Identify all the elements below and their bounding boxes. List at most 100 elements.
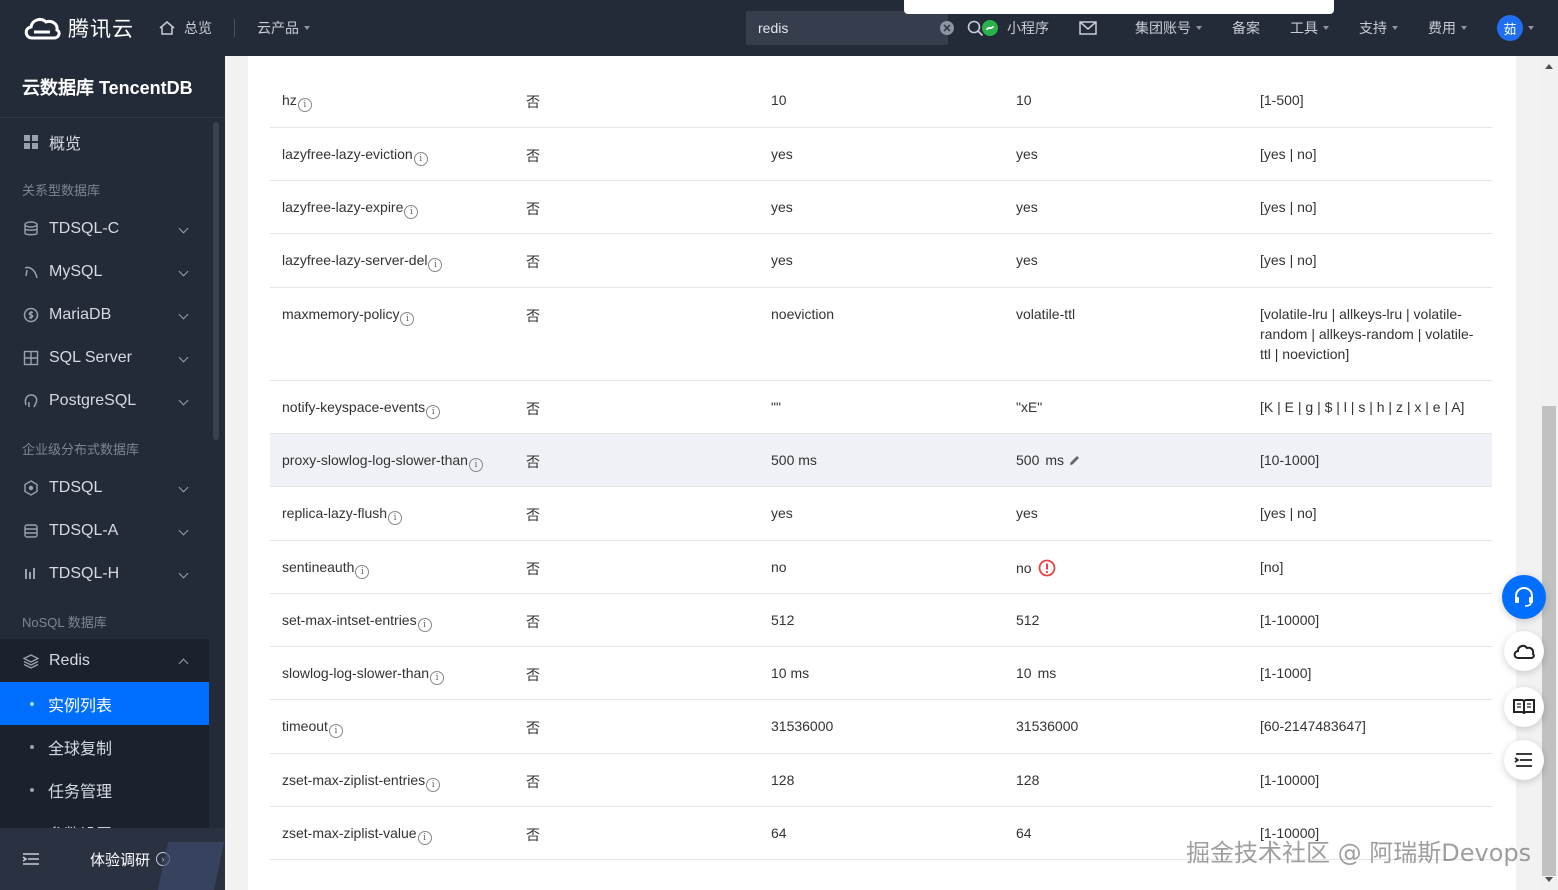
sidebar-item-postgresql[interactable]: PostgreSQL [0,379,209,422]
current-value-cell: 512 [1004,593,1248,648]
info-icon[interactable]: i [468,457,483,472]
sidebar-item-overview[interactable]: 概览 [0,120,209,163]
sidebar-item-label: 全球复制 [48,740,113,758]
table-row: sentineauth i 否 no no [no] [270,540,1492,594]
mini-program-icon [982,20,998,36]
documentation-button[interactable] [1504,687,1544,727]
sidebar-item-instance-list[interactable]: 实例列表 [0,682,209,725]
current-value: 31536000 [1016,718,1079,735]
sidebar-item-task-management[interactable]: 任务管理 [0,768,209,811]
default-value-cell: 64 [759,806,1004,861]
sidebar-item-label: 实例列表 [48,697,113,715]
nav-group-account[interactable]: 集团账号 [1135,18,1202,38]
dolphin-icon [22,263,40,281]
info-icon[interactable]: i [417,617,432,632]
current-value: 10 [1016,92,1032,108]
allowed-range-cell: [K | E | g | $ | l | s | h | z | x | e |… [1248,380,1492,434]
nav-filing[interactable]: 备案 [1232,18,1260,38]
scrollbar-thumb[interactable] [1542,406,1556,876]
sidebar-item-mariadb[interactable]: MariaDB [0,293,209,336]
warning-icon[interactable] [1038,559,1056,580]
sidebar-item-label: TDSQL [49,478,103,496]
param-name-cell: lazyfree-lazy-eviction i [270,127,514,182]
info-icon[interactable]: i [426,777,441,792]
allowed-range-cell: [volatile-lru | allkeys-lru | volatile-r… [1248,287,1492,381]
current-value-cell: no [1004,540,1248,594]
sidebar-item-label: MySQL [49,262,103,280]
param-name: zset-max-ziplist-entries [282,771,426,788]
info-icon[interactable]: i [413,151,428,166]
sidebar-item-mysql[interactable]: MySQL [0,250,209,293]
restart-required-cell: 否 [514,540,759,594]
scroll-up-icon[interactable] [1545,64,1553,69]
home-icon [159,21,175,35]
info-icon[interactable]: i [328,724,343,739]
sidebar-scrollbar[interactable] [213,122,219,440]
current-value-cell: yes [1004,486,1248,541]
chevron-down-icon [178,482,189,493]
sidebar-item-sql-server[interactable]: SQL Server [0,336,209,379]
default-value-cell: yes [759,233,1004,288]
sidebar-item-tdsql[interactable]: TDSQL [0,466,209,509]
nav-billing[interactable]: 费用 [1428,18,1467,38]
current-value-cell: 128 [1004,753,1248,808]
nav-billing-label: 费用 [1428,20,1456,36]
nav-products-dropdown[interactable]: 云产品 [257,18,310,38]
brand-logo[interactable]: 腾讯云 [22,13,152,43]
restart-required-cell: 否 [514,699,759,754]
restart-required-cell: 否 [514,806,759,861]
nav-overview[interactable]: 总览 [158,18,212,38]
chevron-down-icon [178,309,189,320]
nav-tools[interactable]: 工具 [1290,18,1329,38]
allowed-range-cell: [yes | no] [1248,127,1492,182]
sidebar-item-tdsql-h[interactable]: TDSQL-H [0,552,209,595]
table-row: proxy-slowlog-log-slower-than i 否 500 ms 500… [270,433,1492,488]
restart-required-cell: 否 [514,646,759,701]
info-icon[interactable]: i [400,311,415,326]
default-value-cell: 31536000 [759,699,1004,754]
sidebar-item-redis[interactable]: Redis [0,639,209,682]
chevron-down-icon [304,26,310,30]
nav-support[interactable]: 支持 [1359,18,1398,38]
sidebar-item-global-replication[interactable]: 全球复制 [0,725,209,768]
current-value: yes [1016,145,1038,162]
param-name: lazyfree-lazy-eviction [282,145,413,162]
chevron-down-icon [1392,26,1398,30]
user-menu[interactable]: 茹 [1497,15,1534,41]
sidebar-item-tdsql-a[interactable]: TDSQL-A [0,509,209,552]
restart-required-cell: 否 [514,486,759,541]
nav-mini-program[interactable]: 小程序 [981,18,1049,38]
survey-link[interactable]: 体验调研 [90,849,150,870]
sidebar-item-tdsql-c[interactable]: TDSQL-C [0,207,209,250]
collapse-menu-icon[interactable] [22,849,42,869]
elephant-icon [22,392,40,410]
current-value: yes [1016,199,1038,216]
info-icon[interactable]: i [428,258,443,273]
default-value-cell: no [759,540,1004,594]
scroll-down-icon[interactable] [1545,877,1553,882]
info-icon[interactable]: i [426,404,441,419]
parameter-panel: hz i 否 10 10 [1-500] lazyfree-lazy-eviction i 否 y… [248,56,1516,890]
param-name: slowlog-log-slower-than [282,665,430,682]
info-icon[interactable]: i [430,671,445,686]
default-value-cell: "" [759,380,1004,434]
search-input[interactable] [746,20,939,36]
table-row: slowlog-log-slower-than i 否 10 ms 10 ms [1-100… [270,646,1492,701]
info-icon[interactable]: i [297,98,312,112]
info-icon[interactable]: i [404,205,419,220]
restart-required-cell: 否 [514,380,759,434]
allowed-range-cell: [yes | no] [1248,180,1492,235]
sidebar-item-label: TDSQL-A [49,521,119,539]
info-icon[interactable]: i [417,831,432,846]
allowed-range-cell: [no] [1248,540,1492,594]
customer-service-button[interactable] [1502,575,1546,619]
feedback-list-button[interactable] [1504,740,1544,780]
edit-pencil-icon[interactable] [1068,454,1081,470]
info-icon[interactable]: i [355,564,370,579]
current-value-cell: 10 [1004,74,1248,128]
nav-filing-label: 备案 [1232,20,1260,36]
info-icon[interactable]: i [388,511,403,526]
default-value-cell: 10 ms [759,646,1004,701]
cloud-assistant-button[interactable] [1504,631,1544,671]
nav-messages[interactable] [1079,21,1105,35]
